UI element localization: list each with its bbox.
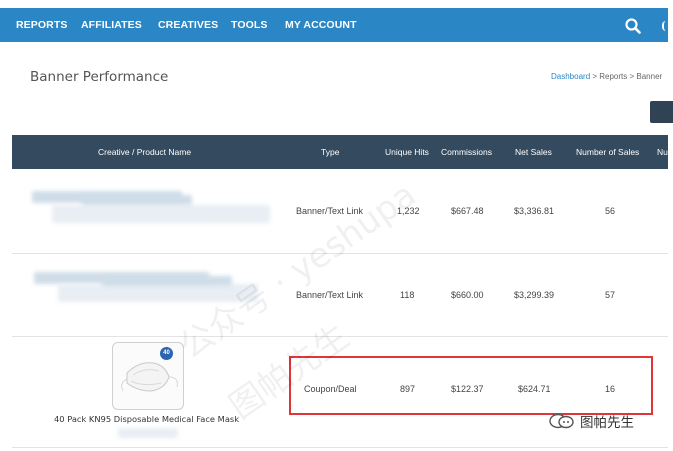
- row1-unique-hits: 1,232: [397, 206, 420, 216]
- page-title: Banner Performance: [30, 69, 169, 85]
- breadcrumb-dashboard-link[interactable]: Dashboard: [551, 72, 590, 81]
- column-header-net-sales[interactable]: Net Sales: [515, 135, 552, 169]
- row1-type: Banner/Text Link: [296, 206, 364, 216]
- column-header-unique-hits[interactable]: Unique Hits: [385, 135, 429, 169]
- column-header-commissions[interactable]: Commissions: [441, 135, 492, 169]
- row3-commissions: $122.37: [451, 384, 484, 394]
- row2-net-sales: $3,299.39: [514, 290, 555, 300]
- row3-number-of-sales: 16: [605, 384, 616, 394]
- row2-unique-hits: 118: [400, 290, 415, 300]
- wechat-icon: [549, 413, 575, 433]
- row1-commissions: $667.48: [451, 206, 484, 216]
- breadcrumb-separator-reports: > Reports >: [590, 72, 637, 81]
- row2-commissions: $660.00: [451, 290, 484, 300]
- row3-net-sales: $624.71: [518, 384, 551, 394]
- product-thumbnail[interactable]: [112, 342, 184, 410]
- row1-number-of-sales: 56: [605, 206, 616, 216]
- nav-item-tools[interactable]: TOOLS: [231, 8, 267, 42]
- product-name[interactable]: 40 Pack KN95 Disposable Medical Face Mas…: [54, 414, 239, 424]
- row3-type: Coupon/Deal: [304, 384, 357, 394]
- row2-number-of-sales: 57: [605, 290, 616, 300]
- column-header-number-of-sales[interactable]: Number of Sales: [576, 135, 639, 169]
- breadcrumb: Dashboard > Reports > Banner: [551, 72, 673, 81]
- column-header-type[interactable]: Type: [321, 135, 339, 169]
- top-navigation-bar: REPORTS AFFILIATES CREATIVES TOOLS MY AC…: [0, 8, 668, 42]
- redacted-product-detail: [118, 428, 178, 438]
- quantity-badge: 40: [160, 347, 173, 360]
- redacted-creative-preview: [52, 205, 270, 223]
- row3-unique-hits: 897: [400, 384, 416, 394]
- nav-item-reports[interactable]: REPORTS: [16, 8, 67, 42]
- column-header-creative[interactable]: Creative / Product Name: [98, 135, 191, 169]
- user-menu-icon[interactable]: [662, 21, 670, 31]
- redacted-creative-text: [82, 195, 192, 205]
- export-button[interactable]: [650, 101, 673, 123]
- redacted-creative-text: [102, 276, 232, 286]
- watermark-badge-text: 图帕先生: [580, 415, 634, 431]
- row1-net-sales: $3,336.81: [514, 206, 555, 216]
- redacted-creative-preview: [58, 284, 258, 302]
- nav-item-affiliates[interactable]: AFFILIATES: [81, 8, 142, 42]
- breadcrumb-current: Banner: [636, 72, 663, 81]
- nav-item-my-account[interactable]: MY ACCOUNT: [285, 8, 357, 42]
- row2-type: Banner/Text Link: [296, 290, 364, 300]
- nav-item-creatives[interactable]: CREATIVES: [158, 8, 218, 42]
- column-header-truncated[interactable]: Nu: [657, 135, 668, 169]
- search-icon[interactable]: [624, 17, 642, 35]
- wechat-watermark: 图帕先生: [546, 410, 673, 432]
- table-header: Creative / Product Name Type Unique Hits…: [12, 135, 668, 169]
